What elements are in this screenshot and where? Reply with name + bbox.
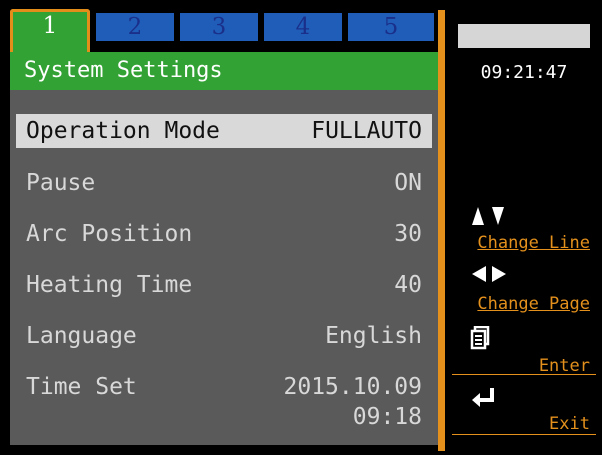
setting-label: Language (26, 323, 137, 349)
exit-underline (452, 434, 596, 435)
setting-row-time-set[interactable]: Time Set 2015.10.09 09:18 (16, 370, 432, 430)
enter-hint: Enter (452, 325, 596, 376)
left-right-triangles-icon (470, 264, 510, 289)
exit-hint: Exit (452, 386, 596, 436)
setting-label: Arc Position (26, 221, 193, 247)
tab-3[interactable]: 3 (180, 13, 258, 41)
setting-label: Operation Mode (26, 118, 220, 144)
setting-label: Time Set (26, 374, 137, 400)
page-title: System Settings (10, 52, 438, 90)
setting-value: 30 (394, 221, 422, 247)
setting-value-time: 09:18 (352, 404, 422, 430)
change-page-hint: Change Page (452, 264, 596, 314)
setting-label: Pause (26, 170, 96, 196)
setting-value: FULLAUTO (311, 118, 422, 144)
setting-value: 40 (394, 272, 422, 298)
panel-divider (438, 10, 445, 451)
setting-value: 2015.10.09 (283, 374, 422, 400)
change-page-label: Change Page (477, 294, 590, 314)
settings-panel: Operation Mode FULLAUTO Pause ON Arc Pos… (10, 90, 438, 445)
setting-value: ON (394, 170, 422, 196)
document-stack-icon (470, 325, 490, 355)
tab-2[interactable]: 2 (96, 13, 174, 41)
setting-value: English (325, 323, 422, 349)
setting-row-operation-mode[interactable]: Operation Mode FULLAUTO (16, 114, 432, 148)
setting-row-arc-position[interactable]: Arc Position 30 (16, 217, 432, 251)
enter-underline (452, 374, 596, 375)
tab-1[interactable]: 1 (10, 9, 90, 55)
change-line-hint: Change Line (452, 205, 596, 255)
up-down-triangles-icon (470, 205, 506, 232)
exit-label: Exit (549, 414, 590, 434)
setting-label: Heating Time (26, 272, 193, 298)
status-box (458, 24, 590, 48)
return-arrow-icon (470, 386, 500, 413)
tab-4[interactable]: 4 (264, 13, 342, 41)
setting-row-language[interactable]: Language English (16, 319, 432, 353)
change-line-label: Change Line (477, 233, 590, 253)
enter-label: Enter (538, 356, 590, 376)
tab-5[interactable]: 5 (348, 13, 434, 41)
tab-bar: 1 2 3 4 5 (10, 9, 436, 55)
setting-row-pause[interactable]: Pause ON (16, 166, 432, 200)
setting-row-heating-time[interactable]: Heating Time 40 (16, 268, 432, 302)
clock: 09:21:47 (480, 62, 568, 83)
